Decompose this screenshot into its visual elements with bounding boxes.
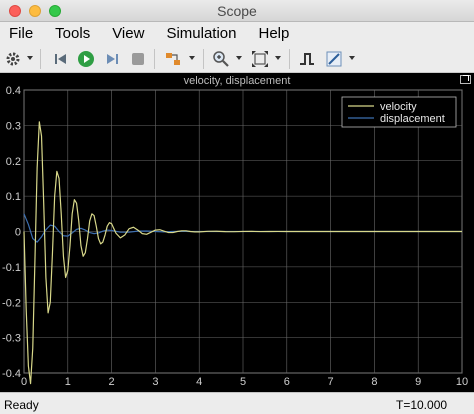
step-back-icon[interactable] (51, 49, 71, 69)
y-tick-label: -0.3 (2, 333, 21, 345)
title-bar: Scope (0, 0, 474, 22)
y-tick-label: 0 (15, 227, 21, 239)
zoom-icon[interactable] (211, 49, 231, 69)
autoscale-icon[interactable] (250, 49, 270, 69)
x-tick-label: 6 (284, 376, 290, 388)
toolbar-separator (289, 49, 290, 69)
y-tick-label: 0.1 (6, 191, 21, 203)
x-tick-label: 2 (109, 376, 115, 388)
legend-label-displacement: displacement (380, 113, 445, 125)
y-tick-label: -0.4 (2, 368, 21, 380)
x-tick-label: 4 (196, 376, 202, 388)
toolbar-separator (40, 49, 41, 69)
menu-tools[interactable]: Tools (55, 25, 90, 42)
gear-dropdown-icon[interactable] (26, 54, 34, 62)
chart-title: velocity, displacement (183, 75, 291, 87)
x-tick-label: 0 (21, 376, 27, 388)
scope-plot-area: 0 1 2 3 4 5 6 7 8 9 10 -0.4 -0.3 -0.2 -0.1 0 0.1 0.2 0.3 0.… (0, 73, 474, 392)
menu-simulation[interactable]: Simulation (166, 25, 236, 42)
y-tick-label: -0.2 (2, 297, 21, 309)
autoscale-dropdown-icon[interactable] (274, 54, 282, 62)
triggers-icon[interactable] (297, 49, 317, 69)
y-tick-label: 0.2 (6, 156, 21, 168)
cursor-measurements-icon[interactable] (324, 49, 344, 69)
x-tick-label: 7 (328, 376, 334, 388)
window-title: Scope (217, 3, 257, 19)
menu-bar: File Tools View Simulation Help (0, 22, 474, 44)
simulation-time-text: T=10.000 (396, 398, 448, 412)
measurements-dropdown-icon[interactable] (348, 54, 356, 62)
undock-axes-icon[interactable] (460, 75, 471, 84)
toolbar (0, 45, 474, 73)
legend-label-velocity: velocity (380, 101, 417, 113)
x-tick-label: 10 (456, 376, 468, 388)
x-tick-label: 9 (415, 376, 421, 388)
run-icon[interactable] (76, 49, 96, 69)
scope-chart[interactable]: 0 1 2 3 4 5 6 7 8 9 10-0.4-0.3-0.2-0.100.10.20.30.… (0, 73, 474, 392)
highlight-block-icon[interactable] (163, 49, 183, 69)
toolbar-separator (203, 49, 204, 69)
x-tick-label: 1 (65, 376, 71, 388)
toolbar-separator (154, 49, 155, 69)
x-tick-label: 3 (152, 376, 158, 388)
x-tick-label: 8 (371, 376, 377, 388)
y-tick-label: 0.3 (6, 120, 21, 132)
menu-help[interactable]: Help (259, 25, 290, 42)
menu-view[interactable]: View (112, 25, 144, 42)
zoom-dropdown-icon[interactable] (235, 54, 243, 62)
status-ready-text: Ready (4, 398, 39, 412)
stop-icon[interactable] (128, 49, 148, 69)
gear-icon[interactable] (3, 49, 23, 69)
menu-file[interactable]: File (9, 25, 33, 42)
status-bar: Ready T=10.000 (0, 392, 474, 414)
y-tick-label: -0.1 (2, 262, 21, 274)
step-forward-icon[interactable] (102, 49, 122, 69)
highlight-dropdown-icon[interactable] (188, 54, 196, 62)
x-tick-label: 5 (240, 376, 246, 388)
